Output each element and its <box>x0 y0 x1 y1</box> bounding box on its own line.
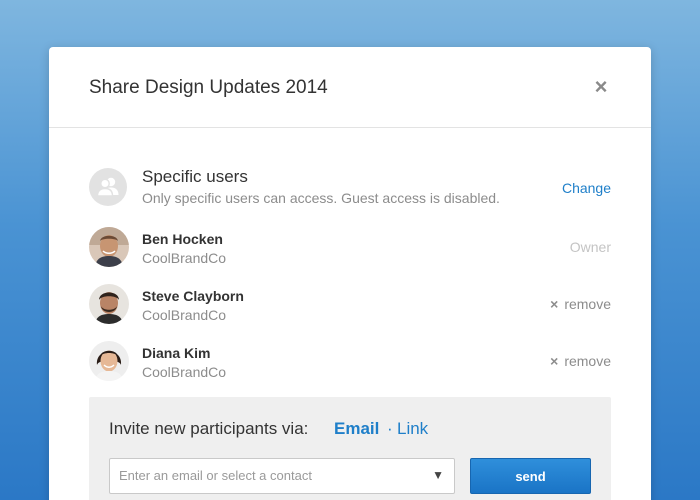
access-description: Only specific users can access. Guest ac… <box>142 190 500 206</box>
share-dialog: Share Design Updates 2014 × Specific use… <box>49 47 651 500</box>
owner-badge: Owner <box>569 239 611 255</box>
remove-user-button[interactable]: × remove <box>550 353 611 369</box>
avatar <box>89 284 129 324</box>
remove-user-button[interactable]: × remove <box>550 296 611 312</box>
avatar <box>89 227 129 267</box>
user-row-diana-kim: Diana Kim CoolBrandCo × remove <box>89 341 611 383</box>
contact-select[interactable]: Enter an email or select a contact ▼ <box>109 458 455 494</box>
invite-label: Invite new participants via: <box>109 419 309 438</box>
invite-email-link[interactable]: Email <box>334 419 379 439</box>
users-group-icon <box>89 168 127 206</box>
remove-label: remove <box>564 296 611 312</box>
change-access-link[interactable]: Change <box>562 180 611 196</box>
user-name: Steve Clayborn <box>142 288 244 304</box>
user-name: Diana Kim <box>142 345 211 361</box>
remove-label: remove <box>564 353 611 369</box>
send-button[interactable]: send <box>470 458 591 494</box>
close-icon: × <box>550 296 559 312</box>
avatar <box>89 341 129 381</box>
user-company: CoolBrandCo <box>142 307 227 323</box>
invite-link-link[interactable]: Link <box>397 419 428 439</box>
contact-placeholder: Enter an email or select a contact <box>119 468 312 483</box>
user-row-ben-hocken: Ben Hocken CoolBrandCo Owner <box>89 227 611 269</box>
dialog-header: Share Design Updates 2014 × <box>49 47 651 128</box>
access-title: Specific users <box>142 167 248 186</box>
dialog-title: Share Design Updates 2014 <box>89 77 328 98</box>
close-icon: × <box>550 353 559 369</box>
access-level-row: Specific users Only specific users can a… <box>89 165 611 213</box>
invite-separator: · <box>387 419 393 438</box>
chevron-down-icon: ▼ <box>432 468 444 482</box>
close-icon[interactable]: × <box>589 74 613 99</box>
user-name: Ben Hocken <box>142 231 223 247</box>
user-company: CoolBrandCo <box>142 250 227 266</box>
invite-panel: Invite new participants via: Email · Lin… <box>89 397 611 500</box>
user-row-steve-clayborn: Steve Clayborn CoolBrandCo × remove <box>89 284 611 326</box>
user-company: CoolBrandCo <box>142 364 227 380</box>
